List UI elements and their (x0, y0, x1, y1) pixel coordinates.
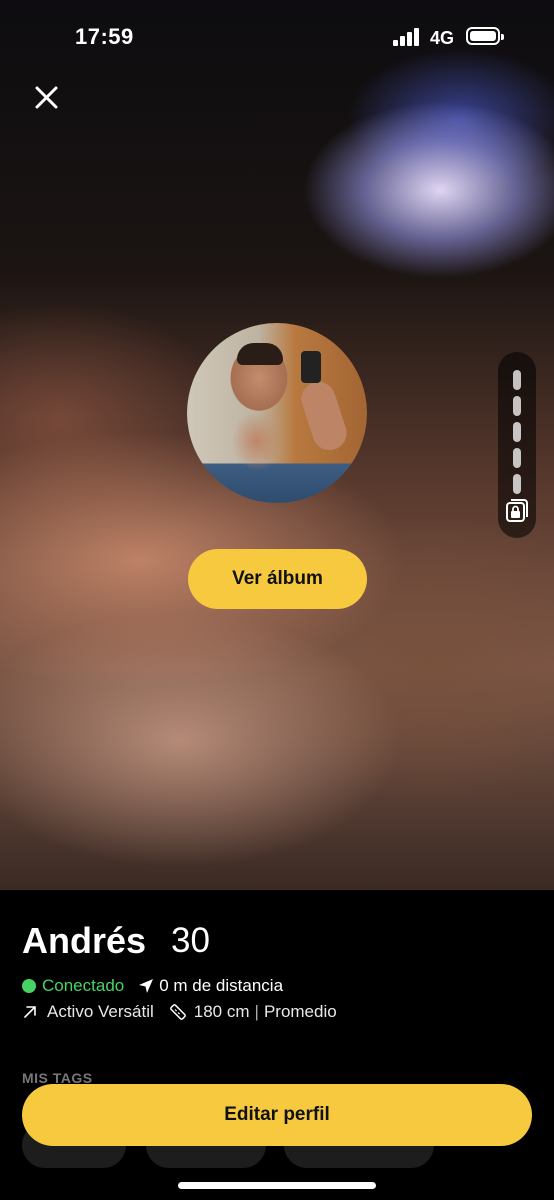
network-type: 4G (430, 28, 455, 48)
height-text: 180 cm (193, 1002, 250, 1021)
ruler-icon (169, 1004, 186, 1020)
cellular-signal-icon (393, 28, 423, 46)
body-type-text: Promedio (263, 1002, 337, 1021)
status-bar: 17:59 4G (0, 0, 554, 76)
role-text: Activo Versátil (47, 1002, 154, 1021)
status-row: Conectado 0 m de distancia (22, 975, 283, 997)
close-icon (35, 86, 58, 109)
album-photo-indicator[interactable] (513, 370, 521, 390)
profile-age: 30 (171, 921, 210, 960)
profile-info-panel: Andrés 30 Conectado 0 m de distancia Act… (0, 890, 554, 1200)
distance-text: 0 m de distancia (159, 976, 284, 995)
location-arrow-icon (139, 979, 154, 993)
locked-album-icon[interactable] (505, 498, 529, 524)
online-status: Conectado (42, 976, 125, 995)
separator: | (254, 1002, 259, 1021)
close-button[interactable] (28, 80, 64, 116)
album-photo-indicator[interactable] (513, 422, 521, 442)
details-row: Activo Versátil 180 cm | Promedio (22, 1001, 337, 1023)
profile-name: Andrés (22, 920, 147, 961)
battery-icon (466, 27, 504, 45)
album-photo-indicator[interactable] (513, 396, 521, 416)
profile-avatar[interactable] (187, 323, 367, 503)
album-photo-strip[interactable] (498, 352, 536, 538)
album-photo-indicator[interactable] (513, 448, 521, 468)
home-indicator (178, 1182, 376, 1189)
view-album-button[interactable]: Ver álbum (188, 549, 367, 609)
arrow-up-right-icon (24, 1006, 36, 1018)
album-photo-indicator[interactable] (513, 474, 521, 494)
status-time: 17:59 (75, 24, 134, 49)
online-dot-icon (22, 979, 36, 993)
edit-profile-button[interactable]: Editar perfil (22, 1084, 532, 1146)
